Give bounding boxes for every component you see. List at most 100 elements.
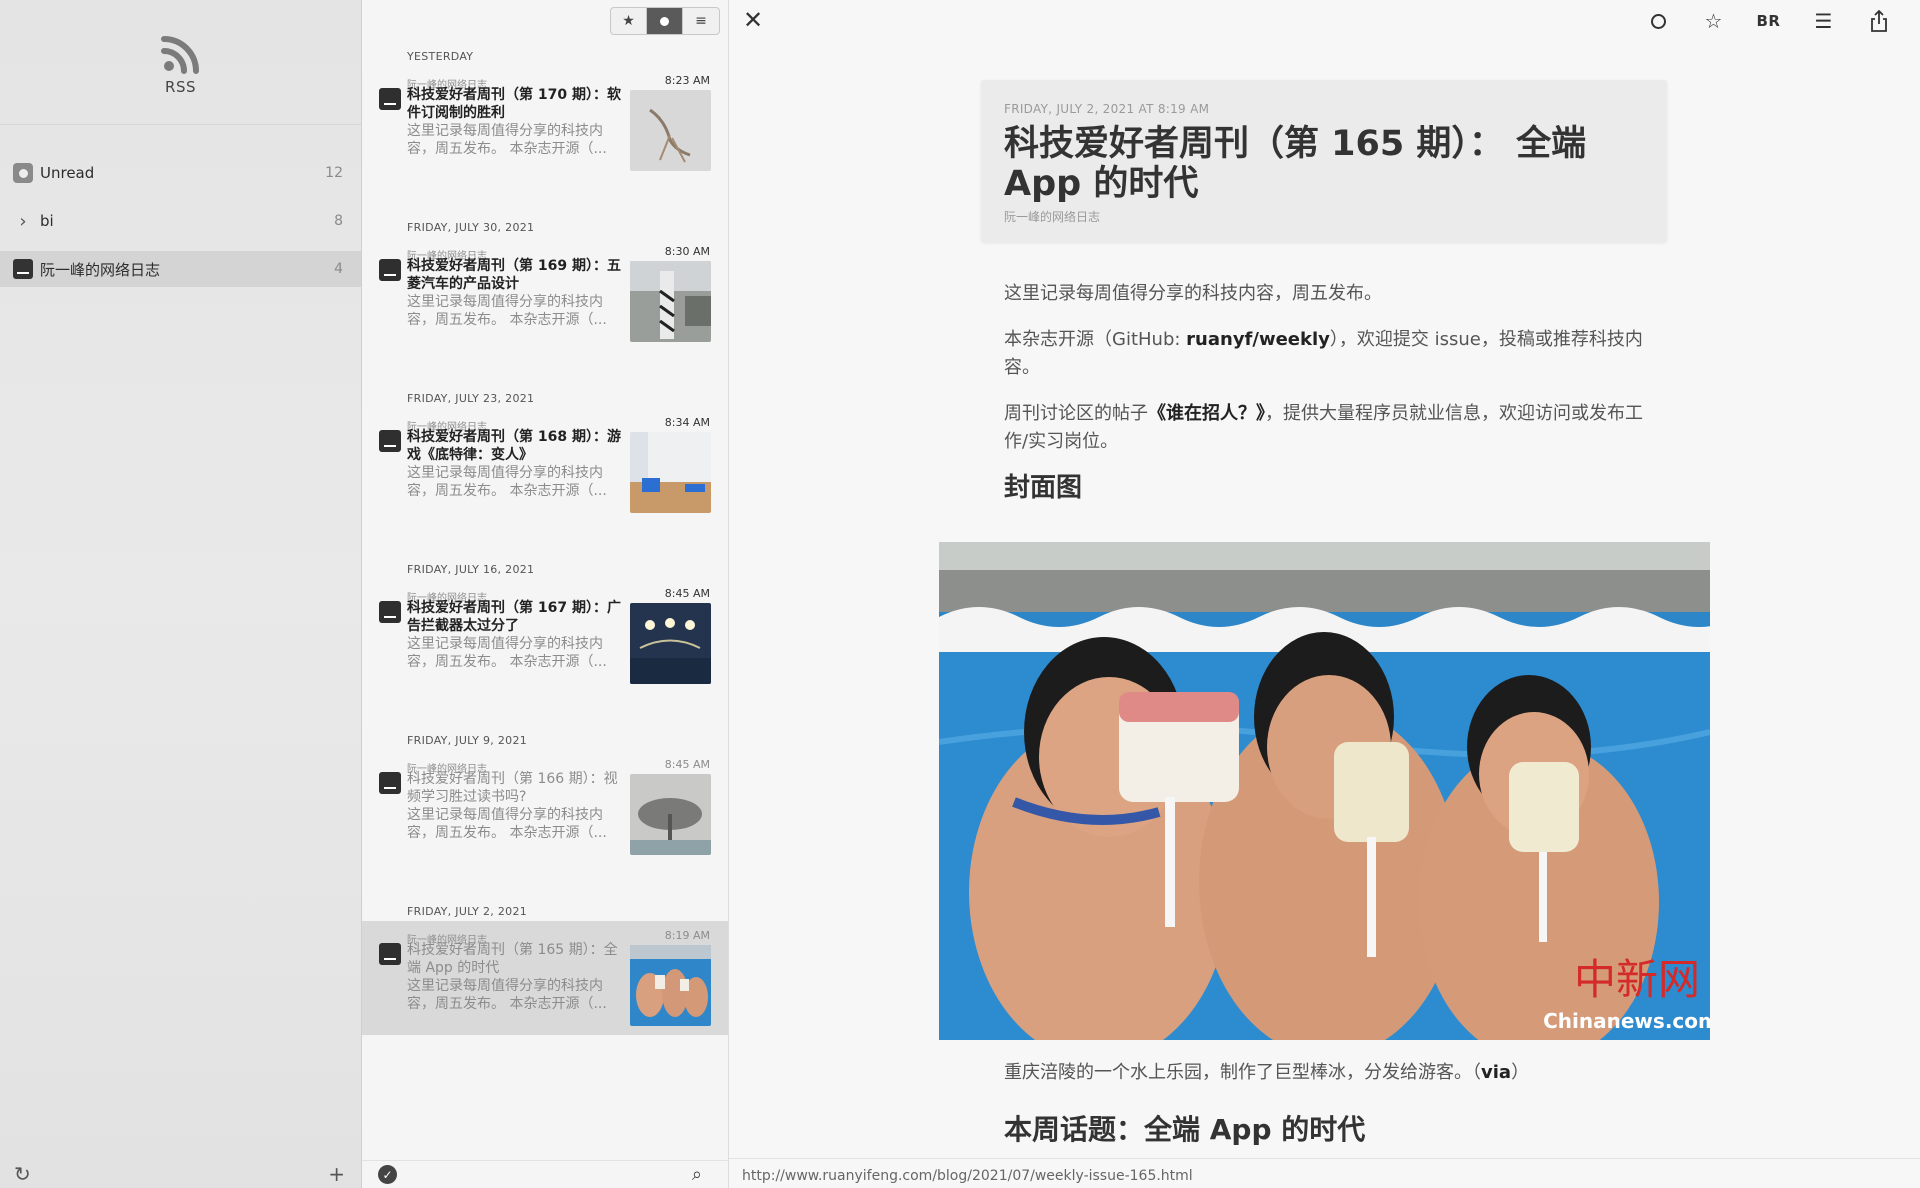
entry-title: 科技爱好者周刊（第 167 期）：广告拦截器太过分了 — [407, 600, 621, 634]
feed-favicon-icon — [379, 601, 401, 623]
article-source: 阮一峰的网络日志 — [1004, 210, 1101, 224]
filter-unread-button[interactable] — [647, 8, 683, 34]
list-item[interactable]: 阮一峰的网络日志 8:45 AM 科技爱好者周刊（第 166 期）：视频学习胜过… — [362, 750, 728, 864]
list-item[interactable]: 阮一峰的网络日志 8:30 AM 科技爱好者周刊（第 169 期）：五菱汽车的产… — [362, 237, 728, 351]
list-item[interactable]: 阮一峰的网络日志 8:45 AM 科技爱好者周刊（第 167 期）：广告拦截器太… — [362, 579, 728, 693]
section-heading: 封面图 — [1004, 473, 1083, 503]
unread-icon — [13, 163, 33, 183]
group-date: FRIDAY, JULY 23, 2021 — [407, 392, 535, 405]
add-icon[interactable]: + — [328, 1162, 345, 1186]
group-date: FRIDAY, JULY 30, 2021 — [407, 221, 535, 234]
entry-thumbnail — [630, 945, 711, 1026]
entry-summary: 这里记录每周值得分享的科技内容，周五发布。 本杂志开源（... — [407, 294, 607, 328]
list-footer: ✓ ⌕ — [362, 1160, 728, 1188]
dot-icon — [660, 16, 669, 26]
cover-image: 中新网 Chinanews.com — [939, 542, 1710, 1040]
article-body: 这里记录每周值得分享的科技内容，周五发布。 本杂志开源（GitHub: ruan… — [1004, 280, 1654, 502]
share-button[interactable] — [1851, 6, 1906, 36]
watermark-logo: 中新网 — [1574, 955, 1700, 1004]
feed-favicon-icon — [379, 943, 401, 965]
paragraph: 本杂志开源（GitHub: ruanyf/weekly），欢迎提交 issue，… — [1004, 329, 1643, 378]
mark-unread-button[interactable] — [1631, 6, 1686, 36]
chevron-right-icon[interactable]: › — [19, 211, 26, 232]
sidebar-item-bi[interactable]: › bi 8 — [0, 203, 361, 239]
entry-summary: 这里记录每周值得分享的科技内容，周五发布。 本杂志开源（... — [407, 807, 607, 841]
watermark-text: Chinanews.com — [1543, 1009, 1710, 1033]
article-date: FRIDAY, JULY 2, 2021 AT 8:19 AM — [1004, 102, 1210, 116]
entry-time: 8:23 AM — [664, 74, 710, 87]
section-heading: 本周话题：全端 App 的时代 — [1004, 1113, 1366, 1146]
group-date: FRIDAY, JULY 2, 2021 — [407, 905, 528, 918]
text-format-button[interactable]: ☰ — [1796, 6, 1851, 36]
entry-summary: 这里记录每周值得分享的科技内容，周五发布。 本杂志开源（... — [407, 978, 607, 1012]
list-toolbar: ★ ≡ — [362, 0, 728, 42]
entry-title: 科技爱好者周刊（第 165 期）：全端 App 的时代 — [407, 942, 618, 976]
list-item-selected[interactable]: 阮一峰的网络日志 8:19 AM 科技爱好者周刊（第 165 期）：全端 App… — [362, 921, 728, 1035]
sidebar-item-label: 阮一峰的网络日志 — [40, 260, 161, 279]
github-link[interactable]: ruanyf/weekly — [1186, 329, 1330, 350]
feed-favicon-icon — [379, 259, 401, 281]
search-icon[interactable]: ⌕ — [692, 1164, 702, 1185]
entry-time: 8:19 AM — [664, 929, 710, 942]
list-group: FRIDAY, JULY 23, 2021 阮一峰的网络日志 8:34 AM 科… — [362, 384, 728, 555]
paragraph: 周刊讨论区的帖子《谁在招人？》，提供大量程序员就业信息，欢迎访问或发布工作/实习… — [1004, 403, 1643, 452]
article-title: 科技爱好者周刊（第 165 期）： 全端 App 的时代 — [1004, 124, 1587, 204]
entry-time: 8:45 AM — [664, 587, 710, 600]
entry-summary: 这里记录每周值得分享的科技内容，周五发布。 本杂志开源（... — [407, 636, 607, 670]
sidebar-item-label: Unread — [40, 164, 95, 182]
feed-list: Unread 12 › bi 8 阮一峰的网络日志 4 — [0, 125, 361, 287]
paragraph: 这里记录每周值得分享的科技内容，周五发布。 — [1004, 283, 1382, 304]
feed-favicon-icon — [379, 772, 401, 794]
entry-title: 科技爱好者周刊（第 168 期）：游戏《底特律：变人》 — [407, 429, 621, 463]
group-date: FRIDAY, JULY 9, 2021 — [407, 734, 528, 747]
sidebar-item-ruanyifeng-blog[interactable]: 阮一峰的网络日志 4 — [0, 251, 361, 287]
filter-starred-button[interactable]: ★ — [611, 8, 647, 34]
entry-title: 科技爱好者周刊（第 166 期）：视频学习胜过读书吗? — [407, 771, 618, 805]
star-outline-icon: ☆ — [1704, 9, 1723, 33]
circle-icon — [1651, 13, 1666, 29]
sidebar-footer: ↻ + — [0, 1160, 361, 1188]
entry-title: 科技爱好者周刊（第 169 期）：五菱汽车的产品设计 — [407, 258, 621, 292]
via-link[interactable]: via — [1481, 1062, 1511, 1083]
feed-favicon-icon — [379, 430, 401, 452]
unread-count: 12 — [325, 165, 343, 181]
article-list: ★ ≡ YESTERDAY 阮一峰的网络日志 8:23 AM 科技爱好者周刊（第… — [362, 0, 729, 1188]
filter-all-button[interactable]: ≡ — [683, 8, 719, 34]
list-group: YESTERDAY 阮一峰的网络日志 8:23 AM 科技爱好者周刊（第 170… — [362, 42, 728, 213]
image-caption: 重庆涪陵的一个水上乐园，制作了巨型棒冰，分发给游客。（via） — [1004, 1062, 1530, 1083]
status-bar-url: http://www.ruanyifeng.com/blog/2021/07/w… — [729, 1158, 1920, 1188]
filter-segmented-control: ★ ≡ — [610, 7, 720, 35]
mark-all-read-icon[interactable]: ✓ — [378, 1165, 397, 1184]
entry-thumbnail — [630, 90, 711, 171]
app-name: RSS — [165, 78, 196, 96]
entry-summary: 这里记录每周值得分享的科技内容，周五发布。 本杂志开源（... — [407, 465, 607, 499]
entry-time: 8:45 AM — [664, 758, 710, 771]
group-date: YESTERDAY — [407, 50, 474, 63]
entry-thumbnail — [630, 432, 711, 513]
lines-icon: ☰ — [1814, 9, 1833, 33]
sidebar-item-label: bi — [40, 212, 54, 230]
reader-pane: ✕ ☆ BR ☰ FRIDAY, JULY 2, 2021 AT 8:19 AM… — [729, 0, 1920, 1188]
feed-favicon-icon — [379, 88, 401, 110]
article-header: FRIDAY, JULY 2, 2021 AT 8:19 AM 科技爱好者周刊（… — [981, 80, 1667, 242]
entry-time: 8:34 AM — [664, 416, 710, 429]
star-button[interactable]: ☆ — [1686, 6, 1741, 36]
jobs-link[interactable]: 《谁在招人？》 — [1148, 403, 1265, 424]
list-item[interactable]: 阮一峰的网络日志 8:23 AM 科技爱好者周刊（第 170 期）：软件订阅制的… — [362, 66, 728, 180]
sidebar: RSS Unread 12 › bi 8 阮一峰的网络日志 4 ↻ + — [0, 0, 362, 1188]
reader-mode-button[interactable]: BR — [1741, 6, 1796, 36]
list-group: FRIDAY, JULY 30, 2021 阮一峰的网络日志 8:30 AM 科… — [362, 213, 728, 384]
list-item[interactable]: 阮一峰的网络日志 8:34 AM 科技爱好者周刊（第 168 期）：游戏《底特律… — [362, 408, 728, 522]
close-icon[interactable]: ✕ — [743, 6, 763, 34]
star-icon: ★ — [622, 13, 635, 29]
entry-title: 科技爱好者周刊（第 170 期）：软件订阅制的胜利 — [407, 87, 621, 121]
share-icon — [1870, 10, 1887, 32]
sidebar-item-unread[interactable]: Unread 12 — [0, 155, 361, 191]
feed-count: 8 — [334, 213, 343, 229]
refresh-icon[interactable]: ↻ — [14, 1162, 31, 1186]
list-group: FRIDAY, JULY 16, 2021 阮一峰的网络日志 8:45 AM 科… — [362, 555, 728, 726]
entry-thumbnail — [630, 774, 711, 855]
entry-thumbnail — [630, 261, 711, 342]
entry-summary: 这里记录每周值得分享的科技内容，周五发布。 本杂志开源（... — [407, 123, 607, 157]
list-group: FRIDAY, JULY 2, 2021 阮一峰的网络日志 8:19 AM 科技… — [362, 897, 728, 1068]
